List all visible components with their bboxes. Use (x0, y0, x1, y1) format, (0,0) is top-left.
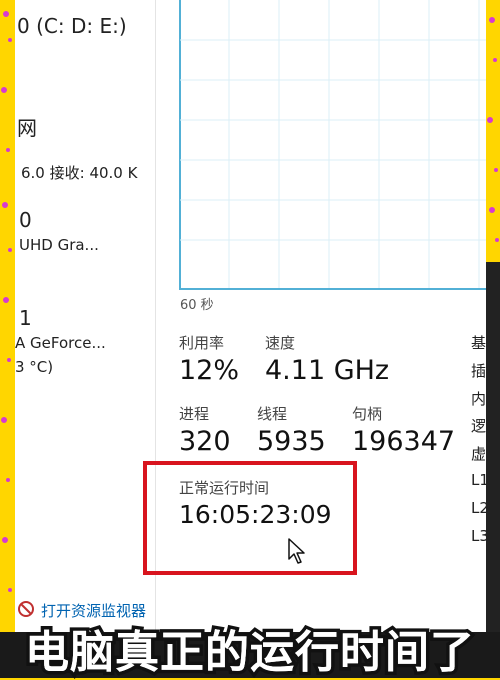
gpu0-name: UHD Gra... (19, 236, 99, 254)
gpu0-index[interactable]: 0 (19, 208, 32, 232)
right-panel-item: 虚 (471, 445, 486, 463)
right-panel-item: 基 (471, 334, 486, 352)
gpu1-index[interactable]: 1 (19, 306, 32, 330)
video-caption: 电脑真正的运行时间了 (25, 627, 475, 678)
task-manager-window: 0 (C: D: E:) 网 6.0 接收: 40.0 K 0 UHD Gra.… (15, 0, 486, 678)
uptime-value: 16:05:23:09 (179, 500, 332, 529)
mouse-cursor-icon (288, 538, 305, 564)
utilization-label: 利用率 (179, 334, 225, 352)
threads-value: 5935 (257, 426, 326, 457)
handles-value: 196347 (352, 426, 456, 457)
speed-value: 4.11 GHz (265, 355, 390, 386)
cpu-usage-graph (179, 0, 486, 290)
network-speed-text: 6.0 接收: 40.0 K (21, 164, 138, 182)
right-panel-item: L1 (471, 471, 486, 489)
gpu1-temperature: 3 °C) (15, 358, 54, 376)
gpu1-name: A GeForce... (15, 334, 106, 352)
disk-item[interactable]: 0 (C: D: E:) (17, 14, 127, 38)
speed-label: 速度 (265, 334, 296, 352)
right-panel-item: 逻 (471, 417, 486, 435)
uptime-label: 正常运行时间 (179, 479, 270, 497)
processes-label: 进程 (179, 405, 210, 423)
network-item-label[interactable]: 网 (17, 112, 37, 141)
handles-label: 句柄 (352, 405, 383, 423)
right-panel-item: 内 (471, 390, 486, 408)
graph-time-label: 60 秒 (180, 298, 214, 313)
right-panel-item: 插 (471, 362, 486, 380)
processes-value: 320 (179, 426, 231, 457)
threads-label: 线程 (257, 405, 288, 423)
right-panel-item: L2 (471, 499, 486, 517)
right-panel-item: L3 (471, 527, 486, 545)
device-list-panel: 0 (C: D: E:) 网 6.0 接收: 40.0 K 0 UHD Gra.… (15, 0, 156, 678)
utilization-value: 12% (179, 355, 240, 386)
